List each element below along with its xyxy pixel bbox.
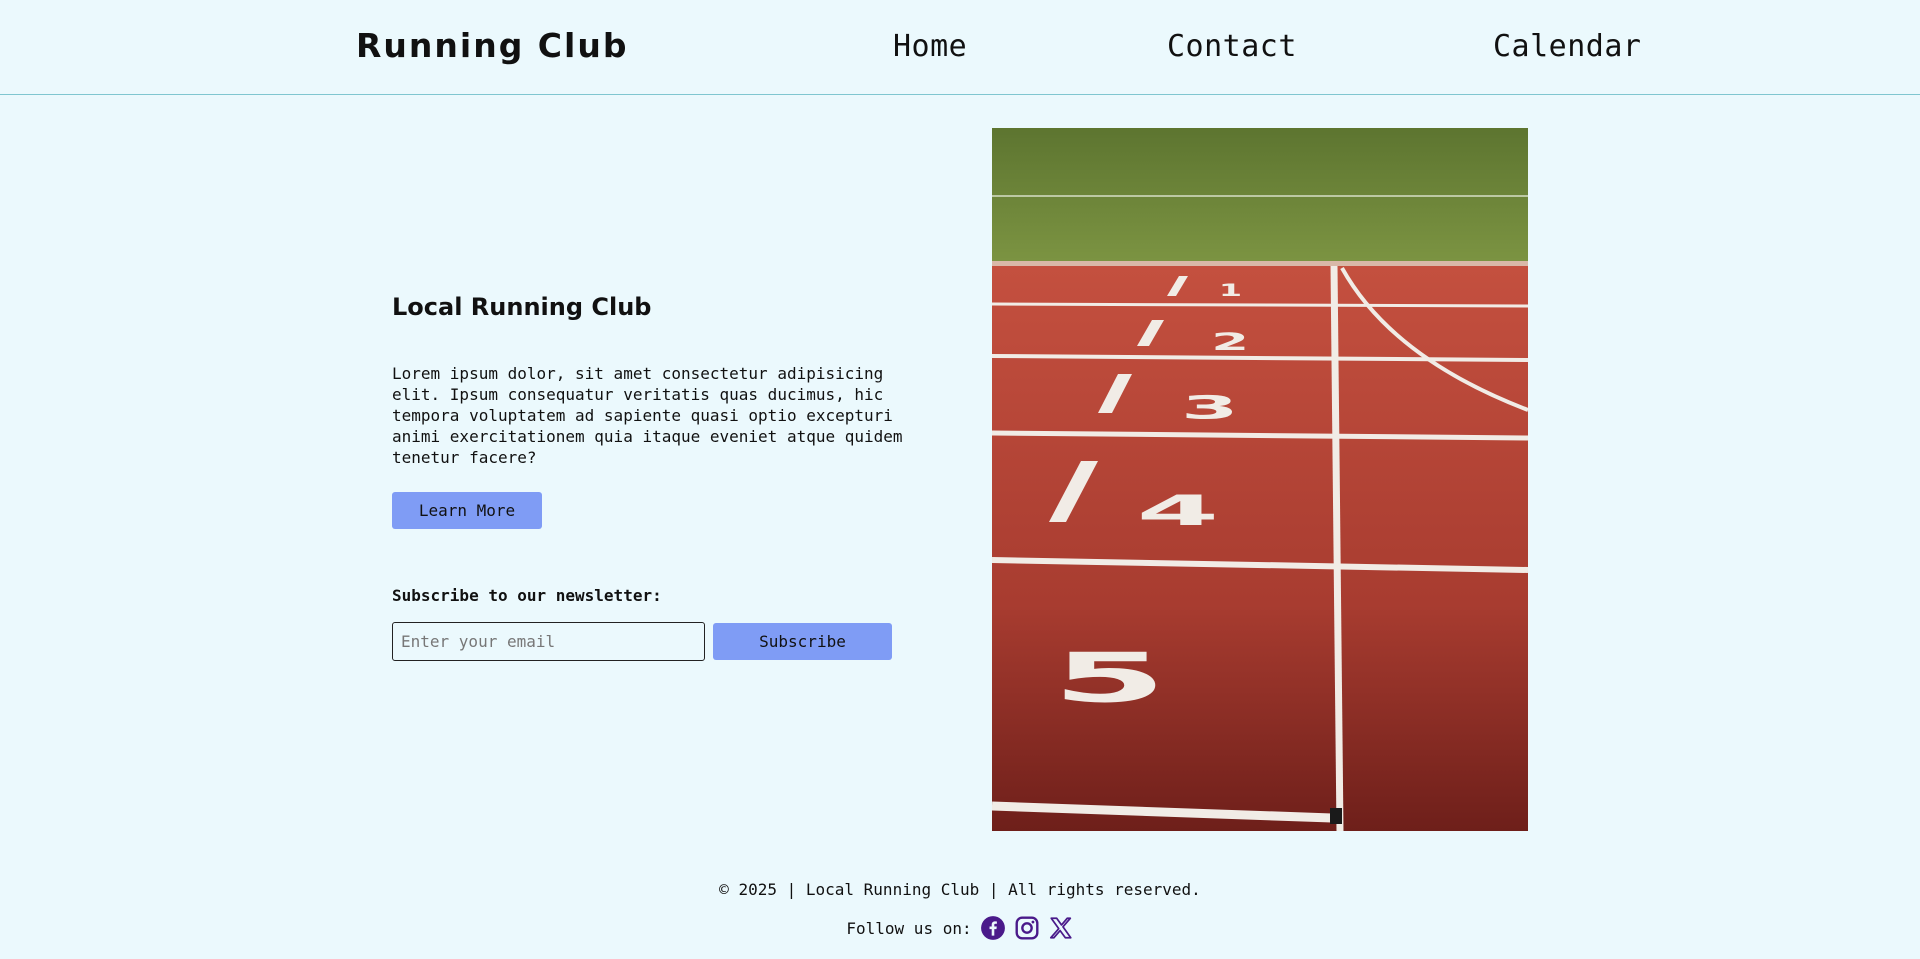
svg-text:4: 4 <box>1137 487 1220 536</box>
nav-calendar-link[interactable]: Calendar <box>1493 29 1642 64</box>
svg-text:1: 1 <box>1219 281 1242 301</box>
subscribe-button[interactable]: Subscribe <box>713 623 892 660</box>
svg-text:3: 3 <box>1181 389 1239 426</box>
hero-title: Local Running Club <box>392 293 652 321</box>
nav-home-link[interactable]: Home <box>893 29 967 64</box>
brand-logo-text[interactable]: Running Club <box>356 26 628 65</box>
email-input[interactable] <box>392 622 705 661</box>
instagram-icon[interactable] <box>1014 915 1040 941</box>
follow-us-label: Follow us on: <box>846 918 972 938</box>
running-track-photo: 1 2 3 4 5 <box>992 128 1528 831</box>
facebook-icon[interactable] <box>980 915 1006 941</box>
x-icon[interactable] <box>1048 915 1074 941</box>
site-header: Running Club Home Contact Calendar <box>0 0 1920 95</box>
hero-description: Lorem ipsum dolor, sit amet consectetur … <box>392 364 903 467</box>
learn-more-button[interactable]: Learn More <box>392 492 542 529</box>
social-links <box>980 915 1074 941</box>
svg-text:5: 5 <box>1052 638 1167 717</box>
follow-us-row: Follow us on: <box>0 915 1920 941</box>
copyright-text: © 2025 | Local Running Club | All rights… <box>719 880 1201 899</box>
nav-contact-link[interactable]: Contact <box>1167 29 1297 64</box>
running-track-image: 1 2 3 4 5 <box>992 128 1528 831</box>
newsletter-label: Subscribe to our newsletter: <box>392 586 662 605</box>
svg-text:2: 2 <box>1211 328 1249 356</box>
